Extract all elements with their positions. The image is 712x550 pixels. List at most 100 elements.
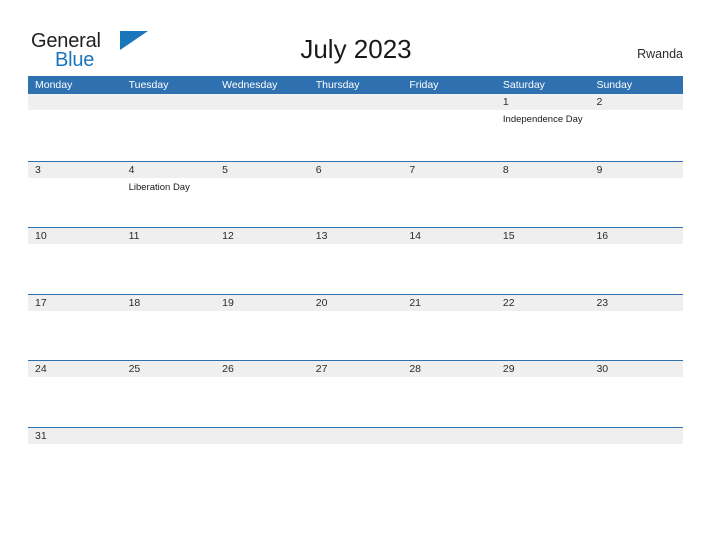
week-day-cells: 31 (28, 428, 683, 449)
day-cell[interactable]: 1 Independence Day (496, 94, 590, 161)
day-number: 14 (409, 230, 421, 242)
day-cell-empty (589, 428, 683, 449)
holiday-label: Independence Day (502, 114, 583, 125)
day-cell[interactable]: 25 (122, 361, 216, 427)
calendar-week-row: 31 (28, 426, 683, 449)
week-day-cells: 1 Independence Day 2 (28, 94, 683, 161)
weekday-wednesday: Wednesday (222, 79, 278, 91)
day-number: 24 (35, 363, 47, 375)
page-header: General Blue July 2023 Rwanda (0, 0, 712, 76)
day-number (316, 94, 403, 110)
day-cell[interactable]: 4 Liberation Day (122, 162, 216, 228)
day-cell[interactable]: 24 (28, 361, 122, 427)
day-cell[interactable]: 22 (496, 295, 590, 361)
day-number: 7 (409, 163, 416, 176)
day-number (222, 428, 309, 444)
day-number: 29 (502, 363, 515, 375)
day-number: 21 (409, 296, 421, 309)
day-cell[interactable]: 12 (215, 228, 309, 294)
calendar-grid: Monday Tuesday Wednesday Thursday Friday… (28, 76, 683, 449)
page-title: July 2023 (300, 34, 412, 64)
day-number: 10 (35, 230, 47, 242)
calendar-weeks: 1 Independence Day 2 3 4 Liberation Day 5 6 7 8 9 1… (28, 94, 683, 449)
day-number: 31 (35, 429, 47, 442)
day-cell-empty (122, 428, 216, 449)
calendar-week-row: 24 25 26 27 28 29 30 (28, 360, 683, 427)
day-cell-empty (309, 94, 403, 161)
weekday-thursday: Thursday (315, 79, 360, 91)
day-number: 19 (222, 296, 234, 309)
day-number: 20 (315, 296, 328, 309)
day-number: 3 (35, 163, 41, 176)
day-cell[interactable]: 2 (589, 94, 683, 161)
day-number: 22 (502, 296, 515, 309)
day-cell[interactable]: 3 (28, 162, 122, 228)
day-cell[interactable]: 10 (28, 228, 122, 294)
day-cell[interactable]: 15 (496, 228, 590, 294)
region-label: Rwanda (637, 47, 683, 61)
calendar-week-row: 1 Independence Day 2 (28, 94, 683, 161)
day-number: 13 (315, 230, 328, 242)
day-cell-empty (215, 428, 309, 449)
holiday-label: Liberation Day (128, 181, 190, 193)
day-number: 15 (502, 230, 515, 242)
week-day-cells: 24 25 26 27 28 29 30 (28, 361, 683, 427)
day-number: 26 (222, 363, 234, 375)
day-cell[interactable]: 8 (496, 162, 590, 228)
day-number: 25 (128, 363, 141, 375)
day-cell[interactable]: 21 (402, 295, 496, 361)
day-cell-empty (122, 94, 216, 161)
day-cell[interactable]: 5 (215, 162, 309, 228)
weekday-tuesday: Tuesday (128, 79, 169, 91)
day-number: 27 (315, 363, 328, 375)
day-cell[interactable]: 23 (589, 295, 683, 361)
day-number: 11 (128, 230, 140, 242)
day-number (222, 94, 309, 110)
day-cell[interactable]: 9 (589, 162, 683, 228)
day-cell[interactable]: 11 (122, 228, 216, 294)
day-events: Liberation Day (129, 178, 216, 194)
day-cell[interactable]: 6 (309, 162, 403, 228)
weekday-saturday: Saturday (502, 79, 545, 91)
day-cell-empty (496, 428, 590, 449)
day-number (409, 428, 496, 444)
day-cell[interactable]: 28 (402, 361, 496, 427)
day-cell[interactable]: 13 (309, 228, 403, 294)
day-number: 5 (222, 163, 228, 176)
day-cell[interactable]: 29 (496, 361, 590, 427)
day-cell[interactable]: 18 (122, 295, 216, 361)
day-cell[interactable]: 14 (402, 228, 496, 294)
day-cell[interactable]: 26 (215, 361, 309, 427)
day-number (129, 94, 216, 110)
day-cell-empty (402, 428, 496, 449)
calendar-week-row: 17 18 19 20 21 22 23 (28, 293, 683, 361)
day-cell[interactable]: 16 (589, 228, 683, 294)
week-day-cells: 3 4 Liberation Day 5 6 7 8 9 (28, 162, 683, 228)
day-number: 9 (596, 163, 603, 176)
day-cell[interactable]: 20 (309, 295, 403, 361)
day-cell[interactable]: 19 (215, 295, 309, 361)
day-number: 1 (502, 96, 509, 108)
day-number: 2 (596, 96, 603, 108)
day-cell[interactable]: 31 (28, 428, 122, 449)
day-number: 17 (35, 296, 47, 309)
day-cell[interactable]: 30 (589, 361, 683, 427)
day-number: 28 (409, 363, 421, 375)
day-number: 16 (596, 230, 609, 242)
day-number: 18 (128, 296, 141, 309)
day-number (503, 428, 590, 444)
day-number: 4 (128, 163, 135, 176)
day-cell[interactable]: 27 (309, 361, 403, 427)
day-cell[interactable]: 7 (402, 162, 496, 228)
day-number: 12 (222, 230, 234, 242)
week-day-cells: 10 11 12 13 14 15 16 (28, 228, 683, 294)
day-events: Independence Day (503, 110, 590, 126)
weekday-sunday: Sunday (596, 79, 633, 91)
day-cell-empty (215, 94, 309, 161)
day-number (316, 428, 403, 444)
day-number: 6 (315, 163, 322, 176)
day-number (409, 94, 496, 110)
day-number: 8 (502, 163, 509, 176)
day-cell[interactable]: 17 (28, 295, 122, 361)
day-number: 30 (596, 363, 609, 375)
